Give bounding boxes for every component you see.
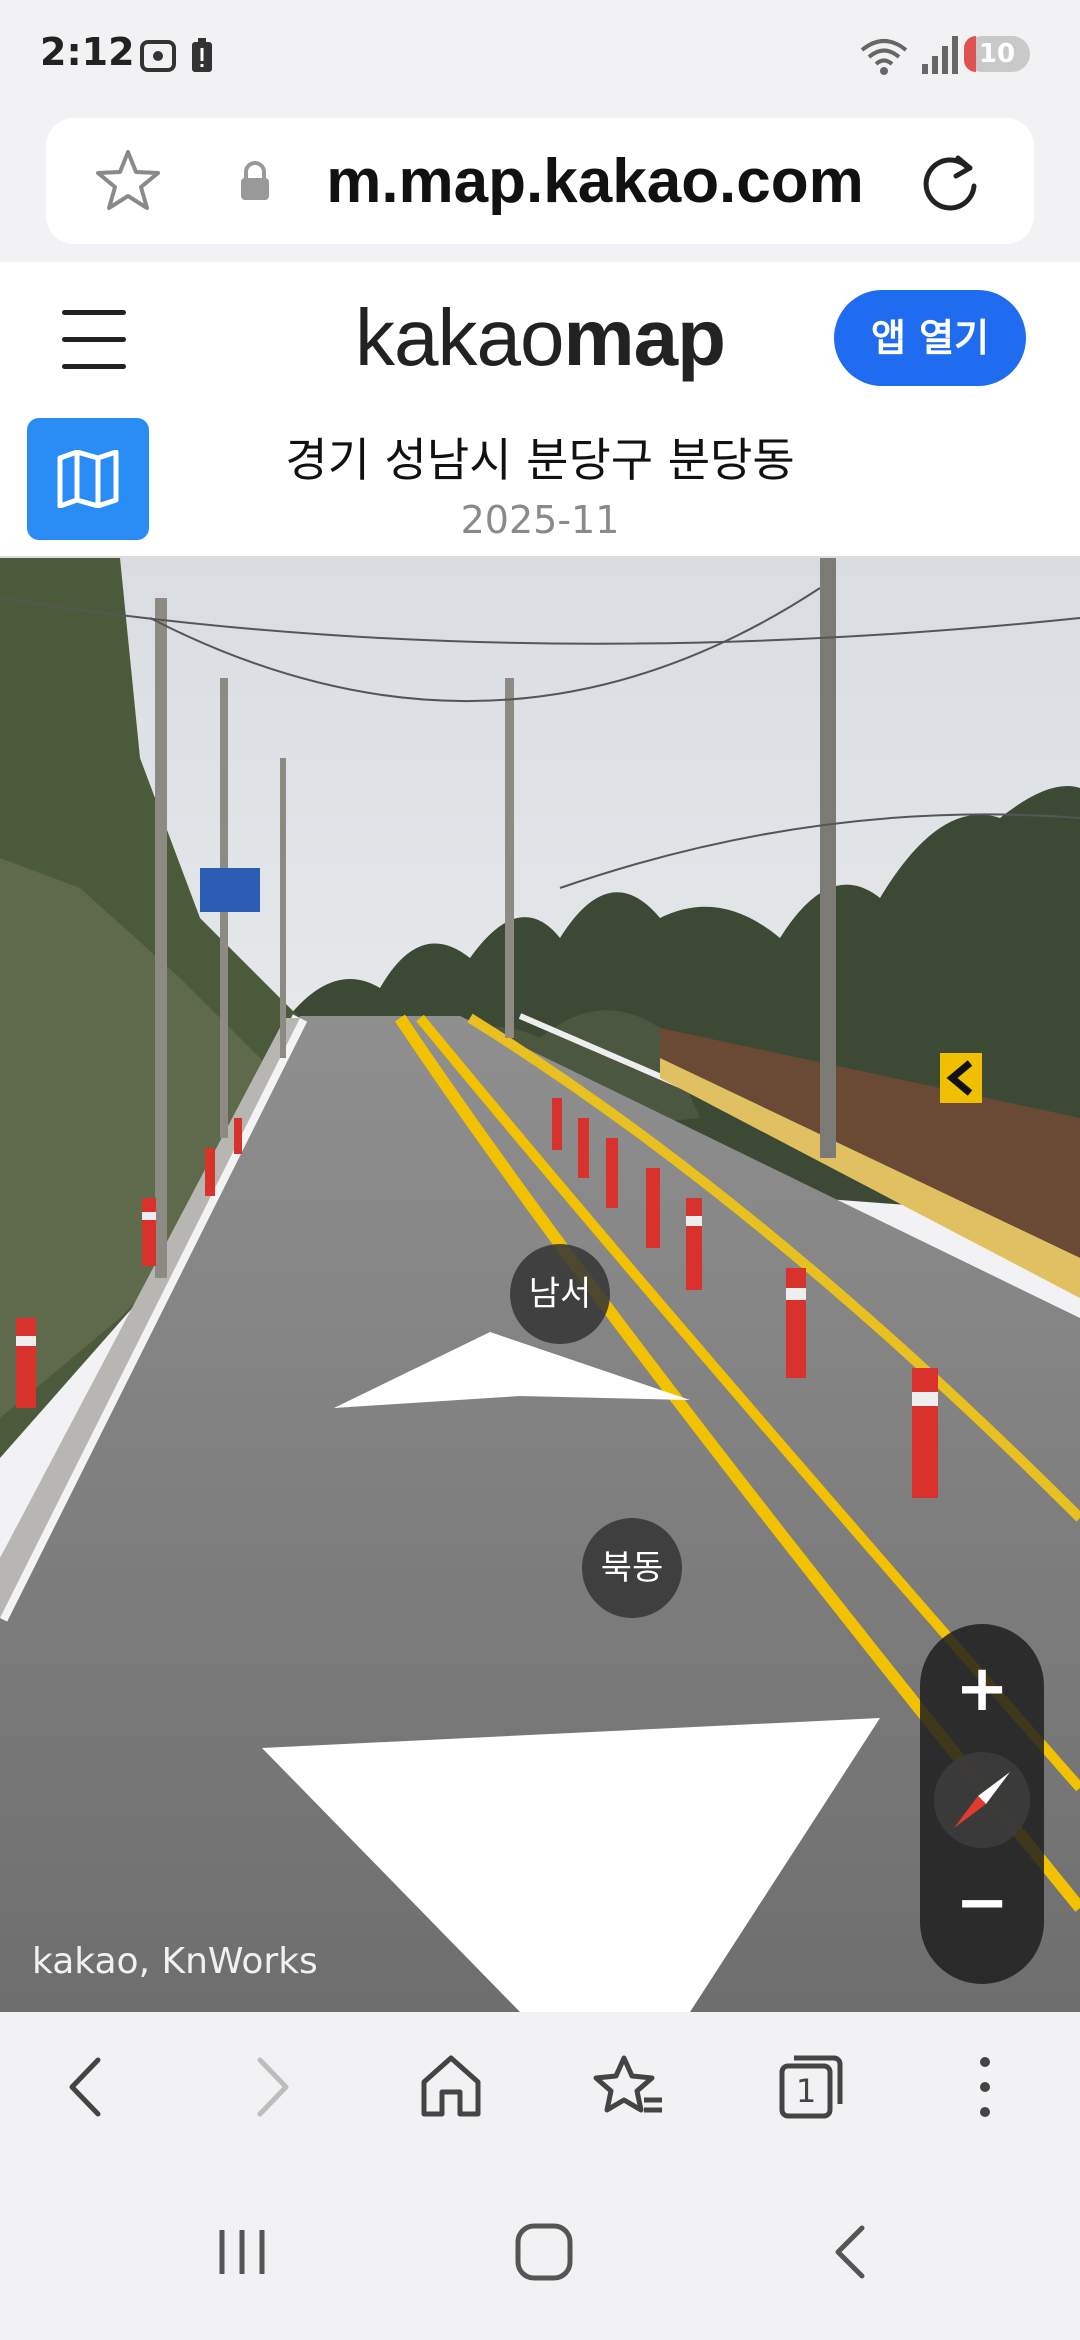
open-app-button[interactable]: 앱 열기 <box>834 290 1026 386</box>
tabs-icon[interactable]: 1 <box>776 2052 846 2122</box>
street-view[interactable]: 남서 북동 kakao, KnWorks + − <box>0 558 1080 2012</box>
copyright-text: kakao, KnWorks <box>32 1941 318 1982</box>
tab-count: 1 <box>796 2072 816 2110</box>
logo-kakao: kakao <box>355 293 564 382</box>
zoom-out-button[interactable]: − <box>920 1866 1044 1940</box>
logo-map: map <box>563 293 725 382</box>
url-text[interactable]: m.map.kakao.com <box>296 146 894 217</box>
status-bar: 2:12 10 <box>0 0 1080 110</box>
kakaomap-header: kakaomap 앱 열기 경기 성남시 분당구 분당동 2025-11 <box>0 262 1080 558</box>
wifi-icon <box>860 39 908 75</box>
screen-recorder-icon <box>140 40 176 72</box>
recent-apps-icon[interactable] <box>212 2222 272 2282</box>
zoom-control: + − <box>920 1624 1044 1984</box>
system-home-icon[interactable] <box>512 2222 576 2282</box>
home-icon[interactable] <box>418 2052 484 2122</box>
battery-indicator: 10 <box>964 36 1030 72</box>
compass-icon <box>954 1772 1010 1828</box>
forward-icon[interactable] <box>248 2052 298 2122</box>
status-time: 2:12 <box>40 30 135 74</box>
zoom-in-button[interactable]: + <box>920 1652 1044 1726</box>
compass-button[interactable] <box>934 1752 1030 1848</box>
direction-label-backward[interactable]: 북동 <box>582 1518 682 1618</box>
location-address: 경기 성남시 분당구 분당동 <box>285 433 795 487</box>
bookmark-star-icon[interactable] <box>94 148 162 212</box>
back-icon[interactable] <box>60 2052 110 2122</box>
capture-date: 2025-11 <box>460 498 620 542</box>
battery-alert-icon <box>192 38 212 72</box>
lock-icon <box>241 161 269 200</box>
browser-bottom-bar: 1 <box>0 2012 1080 2182</box>
direction-label-forward[interactable]: 남서 <box>510 1244 610 1344</box>
battery-percent: 10 <box>978 39 1016 69</box>
battery-level <box>964 36 976 72</box>
bookmarks-icon[interactable] <box>592 2052 666 2122</box>
system-navigation-bar <box>0 2182 1080 2340</box>
reload-icon[interactable] <box>920 152 982 214</box>
signal-icon <box>922 36 958 74</box>
more-options-icon[interactable] <box>970 2052 1000 2122</box>
address-bar[interactable]: m.map.kakao.com <box>46 118 1034 244</box>
system-back-icon[interactable] <box>826 2222 876 2282</box>
